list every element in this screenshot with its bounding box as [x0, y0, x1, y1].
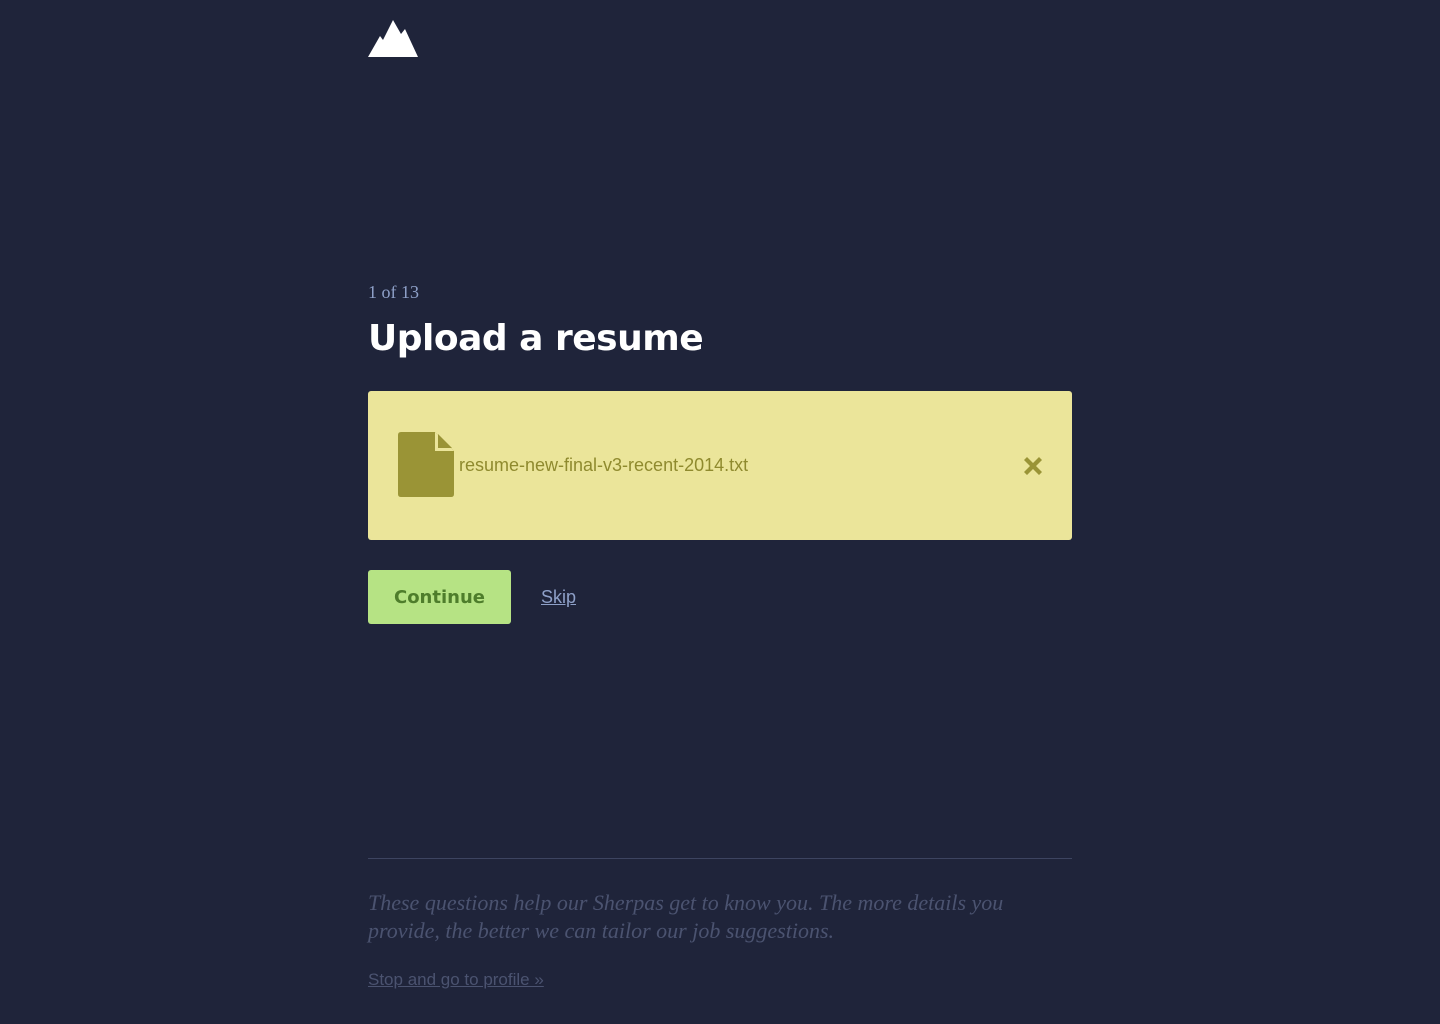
skip-link[interactable]: Skip — [541, 587, 576, 608]
continue-button[interactable]: Continue — [368, 570, 511, 624]
uploaded-file-name: resume-new-final-v3-recent-2014.txt — [459, 455, 749, 475]
go-to-profile-link[interactable]: Stop and go to profile » — [368, 970, 544, 990]
mountain-icon[interactable] — [368, 20, 418, 57]
step-counter: 1 of 13 — [368, 282, 419, 302]
onboarding-page: 1 of 13 Upload a resume resume-new-final… — [0, 0, 1440, 1024]
footer-divider — [368, 858, 1072, 859]
remove-file-button[interactable] — [1022, 455, 1044, 477]
page-title: Upload a resume — [368, 318, 704, 359]
footer-note: These questions help our Sherpas get to … — [368, 890, 1004, 943]
uploaded-file-card: resume-new-final-v3-recent-2014.txt — [368, 391, 1072, 540]
document-icon — [398, 432, 454, 497]
close-x-icon — [1024, 457, 1042, 475]
